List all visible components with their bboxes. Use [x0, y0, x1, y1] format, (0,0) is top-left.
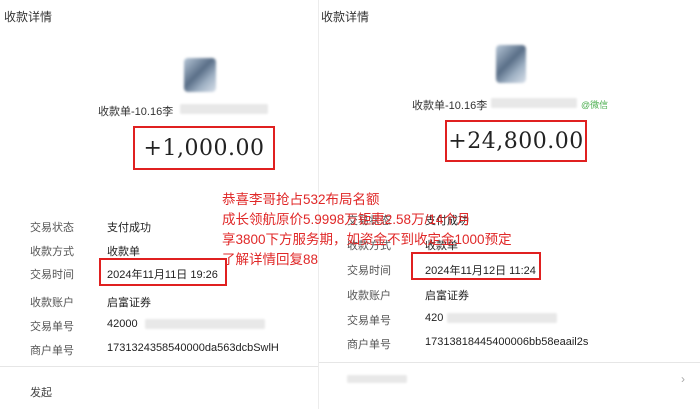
detail-value: 支付成功 [107, 222, 151, 234]
overlay-line: 恭喜李哥抢占532布局名额 [222, 192, 380, 207]
merchant-order-id: 1731324358540000da563dcbSwlH [107, 342, 279, 354]
avatar [184, 58, 216, 92]
detail-label: 收款账户 [30, 297, 74, 309]
detail-label: 商户单号 [30, 345, 74, 357]
amount-value: +24,800.00 [448, 128, 584, 154]
detail-label: 交易状态 [30, 222, 74, 234]
detail-label: 交易单号 [30, 321, 74, 333]
detail-value: 收款单 [107, 246, 140, 258]
receipt-number: 收款单-10.16李 [98, 106, 174, 118]
detail-label: 商户单号 [347, 339, 391, 351]
merchant-order-id: 17313818445400006bb58eaail2s [425, 336, 589, 348]
redacted-bar [145, 319, 265, 329]
redacted-bar [180, 104, 268, 114]
divider [319, 362, 700, 363]
detail-label: 收款账户 [347, 290, 391, 302]
page-title: 收款详情 [4, 10, 53, 24]
detail-label: 收款方式 [30, 246, 74, 258]
transaction-time: 2024年11月11日 19:26 [107, 269, 218, 281]
footer-link[interactable]: 发起 [30, 384, 52, 400]
avatar [496, 45, 526, 83]
transaction-id: 42000 [107, 318, 138, 330]
detail-label: 交易单号 [347, 315, 391, 327]
wechat-tag: @微信 [581, 100, 609, 110]
overlay-line: 了解详情回复88 [222, 252, 319, 267]
amount-value: +1,000.00 [143, 135, 265, 161]
amount-highlight: +1,000.00 [133, 126, 275, 170]
redacted-bar [447, 313, 557, 323]
divider [0, 366, 318, 367]
redacted-bar [347, 375, 407, 383]
detail-label: 交易时间 [30, 269, 74, 281]
amount-highlight: +24,800.00 [445, 120, 587, 162]
transaction-id: 420 [425, 312, 444, 324]
promo-overlay: 恭喜李哥抢占532布局名额 成长领航原价5.9998万钜惠2.58万/14个月 … [222, 190, 552, 270]
page-title: 收款详情 [321, 10, 370, 24]
detail-value: 启富证券 [107, 297, 151, 309]
overlay-line: 享3800下方服务期，如资金不到收定金1000预定 [222, 232, 512, 247]
redacted-bar [491, 98, 577, 108]
chevron-right-icon[interactable]: › [681, 372, 685, 386]
detail-value: 启富证券 [425, 290, 469, 302]
overlay-line: 成长领航原价5.9998万钜惠2.58万/14个月 [222, 212, 471, 227]
receipt-number: 收款单-10.16李 [412, 100, 488, 112]
